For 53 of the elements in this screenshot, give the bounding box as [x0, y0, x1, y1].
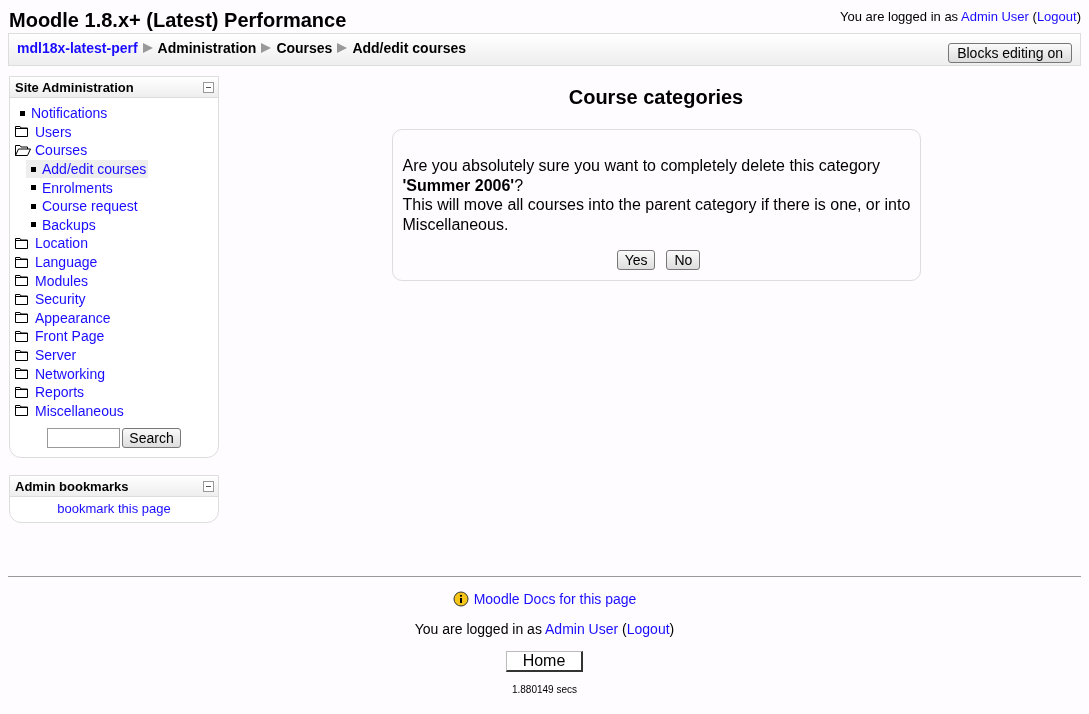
- menu-item[interactable]: Language: [35, 254, 98, 271]
- menu-item[interactable]: Server: [35, 347, 77, 363]
- separator-icon: [337, 42, 348, 53]
- confirm-note: This will move all courses into the parent category if there is one, or into Miscellaneous.: [402, 195, 912, 234]
- menu-item[interactable]: Appearance: [35, 309, 111, 326]
- separator-icon: [261, 42, 272, 53]
- block-title: Admin bookmarks: [15, 478, 129, 494]
- home-button[interactable]: Home: [506, 651, 583, 672]
- bullet-icon: [31, 203, 36, 209]
- separator-icon: [142, 42, 153, 53]
- bullet-icon: [20, 110, 25, 116]
- menu-item[interactable]: Backups: [42, 216, 96, 233]
- menu-item[interactable]: Security: [35, 291, 86, 308]
- collapse-icon[interactable]: [203, 81, 214, 93]
- confirm-question: Are you absolutely sure you want to completely delete this category 'Summer 2006'?: [402, 156, 882, 195]
- menu-item[interactable]: Enrolments: [42, 179, 113, 196]
- yes-button[interactable]: Yes: [616, 250, 656, 270]
- menu-item[interactable]: Courses: [35, 142, 88, 159]
- menu-item[interactable]: Course request: [42, 198, 138, 215]
- login-info: You are logged in as Admin User (Logout): [414, 621, 675, 637]
- menu-item[interactable]: Front Page: [35, 328, 105, 345]
- bullet-icon: [31, 166, 36, 172]
- page-heading: Course categories: [568, 86, 744, 109]
- logout-link[interactable]: Logout: [1036, 9, 1077, 24]
- bullet-icon: [31, 185, 36, 191]
- docs-link[interactable]: Moodle Docs for this page: [473, 591, 637, 607]
- breadcrumb-item: Courses: [276, 39, 333, 56]
- menu-item[interactable]: Users: [35, 123, 72, 140]
- breadcrumb-item: Administration: [157, 39, 257, 56]
- menu-item[interactable]: Networking: [35, 365, 106, 382]
- blocks-editing-button[interactable]: Blocks editing on: [948, 42, 1072, 63]
- menu-item[interactable]: Miscellaneous: [35, 402, 124, 419]
- no-button[interactable]: No: [666, 250, 701, 270]
- breadcrumb-item: Add/edit courses: [352, 39, 466, 56]
- info-icon: [452, 591, 469, 607]
- site-title: Moodle 1.8.x+ (Latest) Performance: [9, 8, 347, 32]
- breadcrumb-link[interactable]: mdl18x-latest-perf: [17, 39, 138, 56]
- collapse-icon[interactable]: [203, 480, 214, 492]
- menu-item[interactable]: Add/edit courses: [42, 161, 147, 178]
- menu-item[interactable]: Location: [35, 235, 88, 252]
- user-link[interactable]: Admin User: [961, 9, 1029, 24]
- bookmark-link[interactable]: bookmark this page: [57, 501, 171, 517]
- timing-text: 1.880149 secs: [511, 684, 578, 695]
- user-link[interactable]: Admin User: [545, 621, 619, 637]
- menu-item[interactable]: Reports: [35, 384, 85, 401]
- search-button[interactable]: Search: [122, 428, 181, 449]
- logout-link[interactable]: Logout: [626, 621, 670, 637]
- block-title: Site Administration: [15, 79, 134, 95]
- menu-item[interactable]: Modules: [35, 272, 88, 289]
- login-info: You are logged in as Admin User (Logout): [840, 8, 1081, 24]
- menu-item[interactable]: Notifications: [31, 105, 108, 122]
- search-field[interactable]: [47, 428, 121, 449]
- bullet-icon: [31, 222, 36, 228]
